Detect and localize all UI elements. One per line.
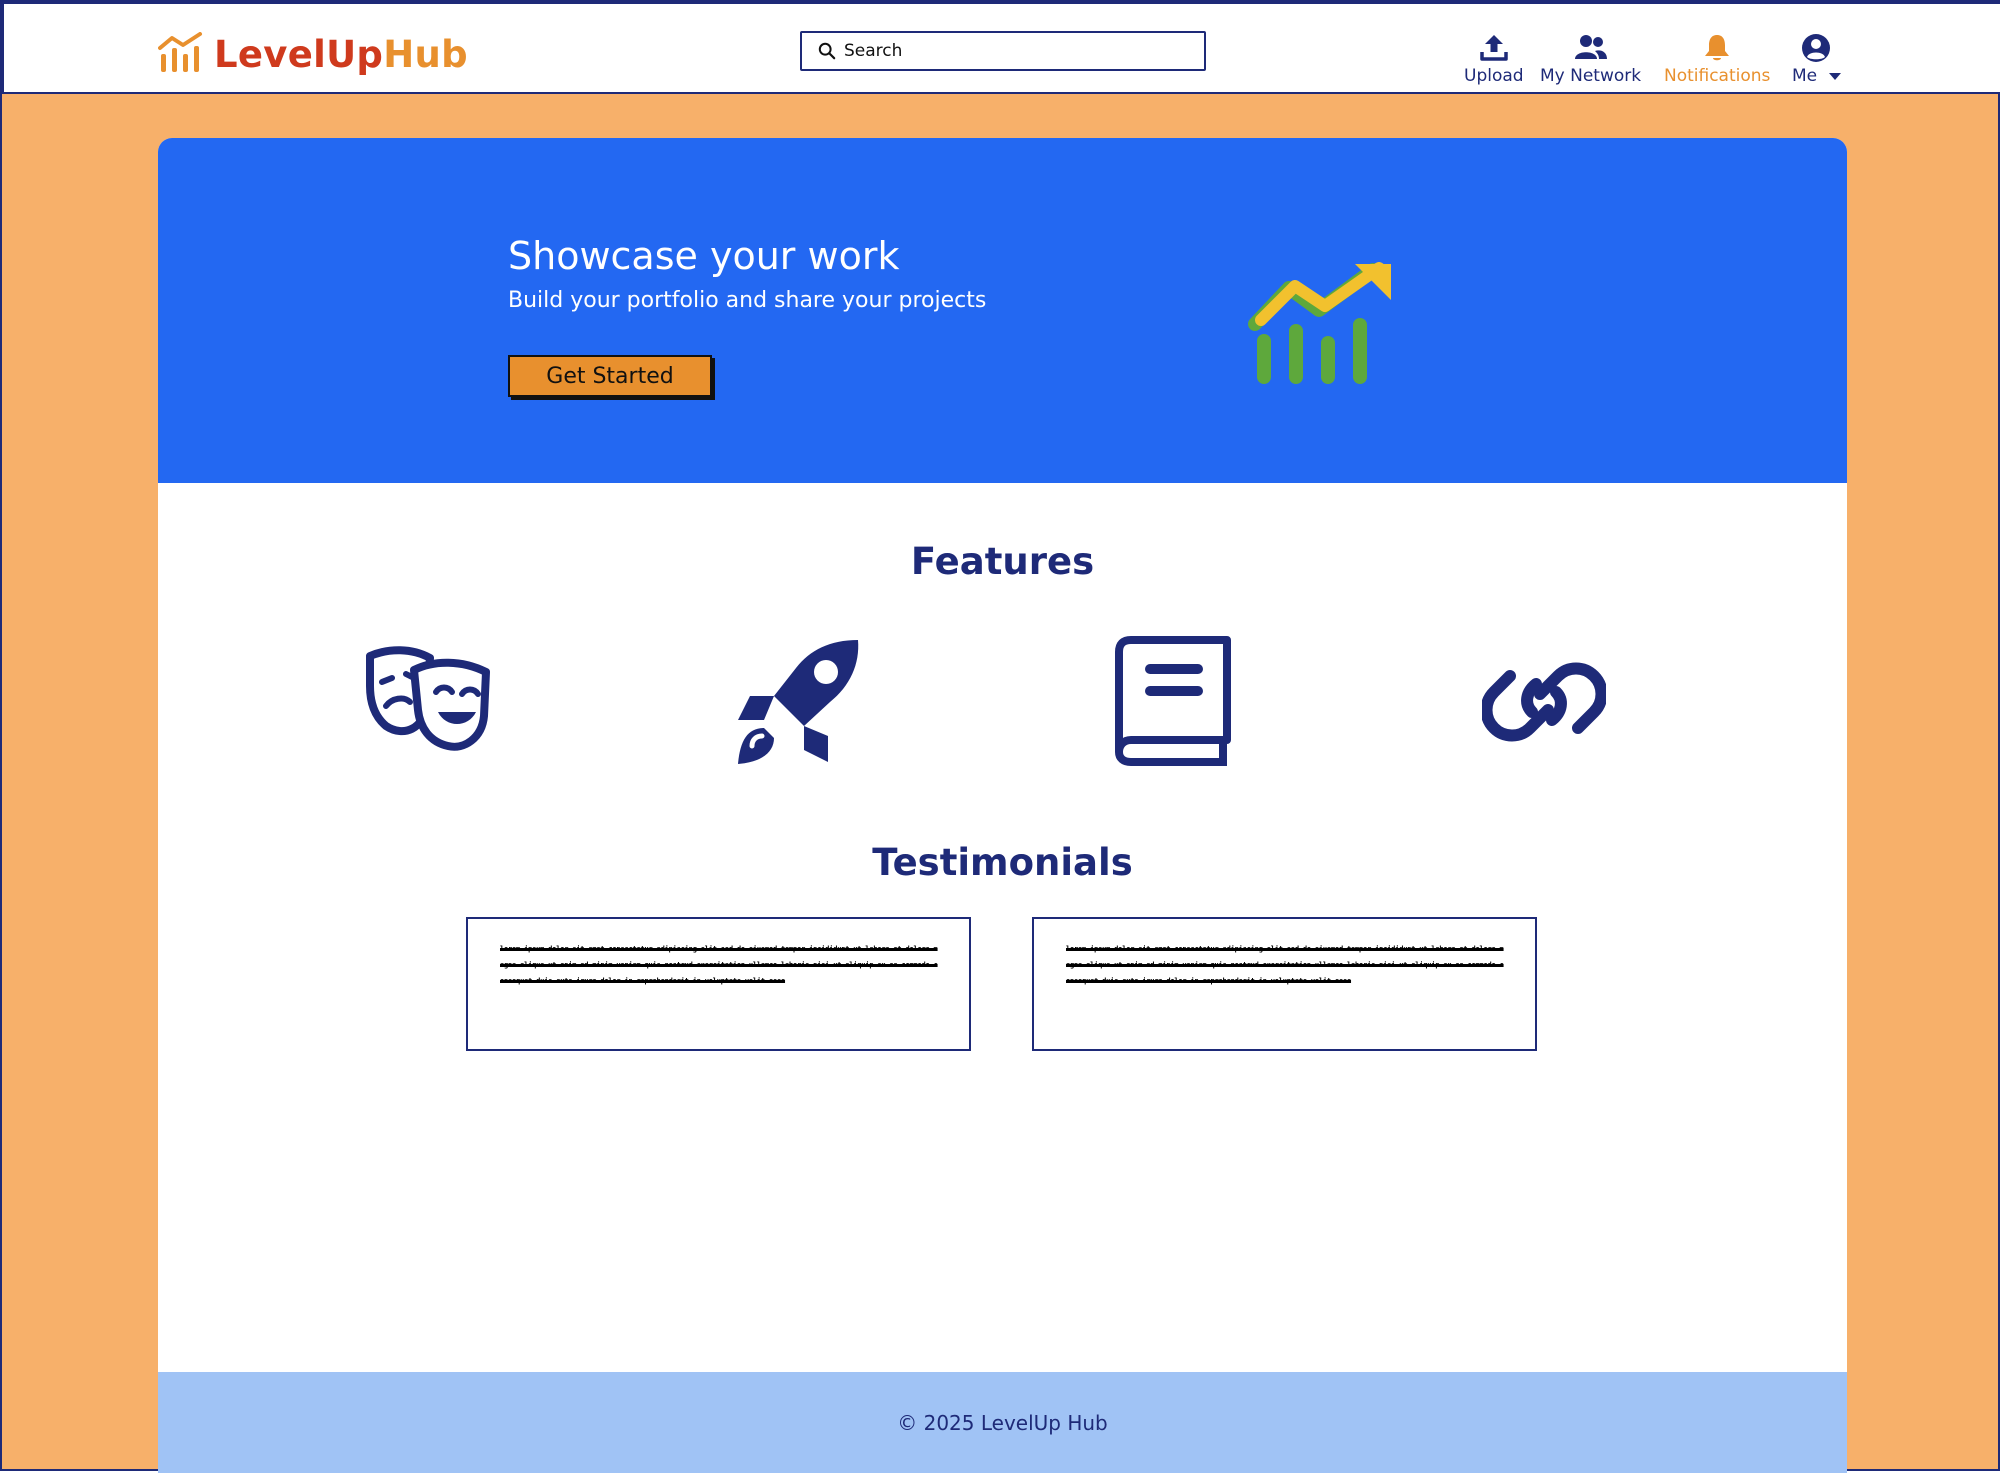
testimonial-text: lorem ipsum dolor sit amet consectetur a… bbox=[1066, 945, 1504, 985]
nav-me[interactable]: Me bbox=[1792, 32, 1841, 86]
testimonial-text: lorem ipsum dolor sit amet consectetur a… bbox=[500, 945, 938, 985]
search-box[interactable] bbox=[800, 31, 1206, 71]
nav-upload-label: Upload bbox=[1464, 66, 1524, 86]
nav-notifications-label: Notifications bbox=[1664, 66, 1771, 86]
book-icon bbox=[1115, 636, 1231, 766]
users-icon bbox=[1574, 35, 1607, 59]
hero-banner: Showcase your work Build your portfolio … bbox=[158, 138, 1847, 483]
hero-subtitle: Build your portfolio and share your proj… bbox=[508, 288, 987, 313]
theater-masks-icon bbox=[366, 646, 490, 751]
features-heading: Features bbox=[910, 540, 1095, 583]
top-navbar: LevelUpHub Upload My Network bbox=[2, 2, 2000, 94]
testimonials-heading: Testimonials bbox=[872, 841, 1133, 884]
upload-icon bbox=[1480, 35, 1508, 61]
search-input[interactable] bbox=[842, 40, 1146, 62]
nav-notifications[interactable]: Notifications bbox=[1664, 32, 1770, 86]
page-background: LevelUpHub Upload My Network bbox=[0, 0, 2000, 1473]
link-icon bbox=[1482, 662, 1606, 742]
rocket-icon bbox=[738, 640, 859, 764]
footer-copyright: © 2025 LevelUp Hub bbox=[897, 1410, 1108, 1435]
nav-my-network[interactable]: My Network bbox=[1540, 32, 1641, 86]
growth-chart-icon bbox=[1248, 262, 1391, 384]
main-card: Showcase your work Build your portfolio … bbox=[158, 138, 1847, 1473]
logo-text: LevelUpHub bbox=[214, 32, 468, 76]
nav-upload[interactable]: Upload bbox=[1464, 32, 1524, 86]
get-started-button[interactable]: Get Started bbox=[508, 355, 712, 397]
search-icon bbox=[818, 42, 836, 60]
logo[interactable]: LevelUpHub bbox=[158, 28, 468, 80]
logo-chart-icon bbox=[158, 32, 202, 72]
testimonial-card: lorem ipsum dolor sit amet consectetur a… bbox=[1032, 917, 1537, 1051]
hero-title: Showcase your work bbox=[508, 234, 900, 278]
bell-icon bbox=[1705, 35, 1730, 61]
chevron-down-icon bbox=[1828, 72, 1841, 80]
testimonial-card: lorem ipsum dolor sit amet consectetur a… bbox=[466, 917, 971, 1051]
user-circle-icon bbox=[1802, 34, 1831, 62]
footer: © 2025 LevelUp Hub bbox=[158, 1372, 1847, 1473]
nav-my-network-label: My Network bbox=[1540, 66, 1642, 86]
nav-me-label: Me bbox=[1792, 66, 1841, 86]
